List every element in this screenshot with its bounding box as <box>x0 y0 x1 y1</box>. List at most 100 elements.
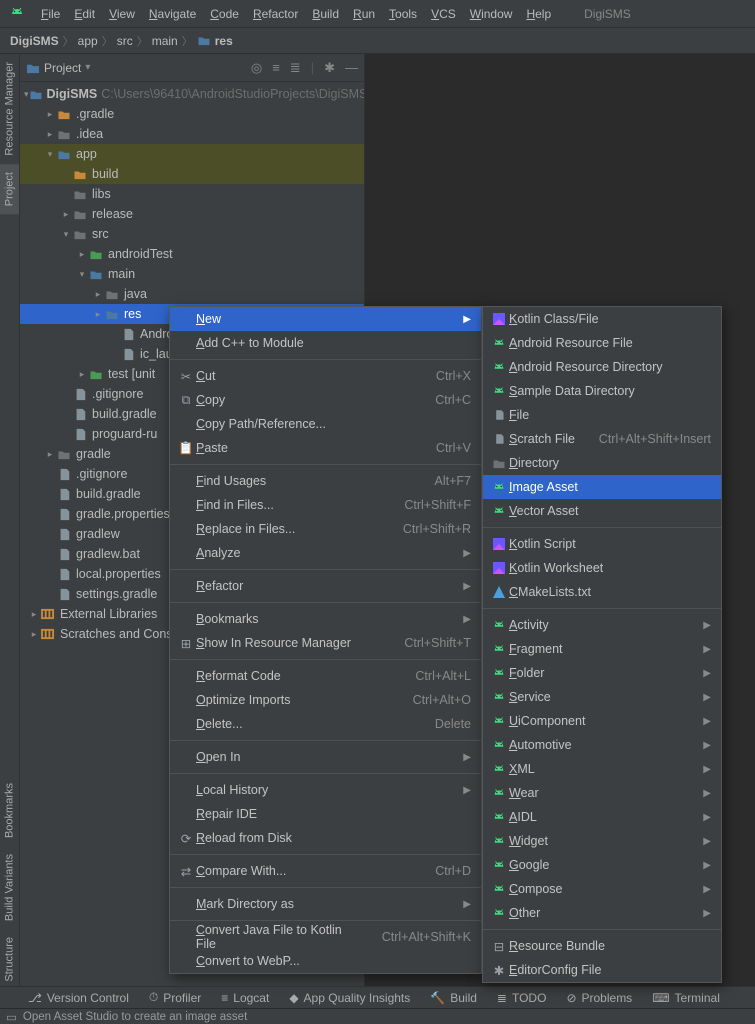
menu-item-kotlin-class-file[interactable]: Kotlin Class/File <box>483 307 721 331</box>
menu-item-cut[interactable]: ✂CutCtrl+X <box>170 364 481 388</box>
menu-edit[interactable]: Edit <box>67 5 102 23</box>
tree-item[interactable]: ▸release <box>20 204 364 224</box>
menu-item-copy[interactable]: ⧉CopyCtrl+C <box>170 388 481 412</box>
bottom-tab-profiler[interactable]: ⏱Profiler <box>149 990 201 1005</box>
menu-item-vector-asset[interactable]: Vector Asset <box>483 499 721 523</box>
menu-item-directory[interactable]: Directory <box>483 451 721 475</box>
breadcrumb-item[interactable]: main <box>152 34 178 48</box>
left-tab-structure[interactable]: Structure <box>0 929 19 990</box>
menu-help[interactable]: Help <box>519 5 558 23</box>
menu-item-optimize-imports[interactable]: Optimize ImportsCtrl+Alt+O <box>170 688 481 712</box>
menu-item-replace-in-files-[interactable]: Replace in Files...Ctrl+Shift+R <box>170 517 481 541</box>
tree-item[interactable]: ▾main <box>20 264 364 284</box>
menu-item-aidl[interactable]: AIDL▶ <box>483 805 721 829</box>
breadcrumb-item[interactable]: app <box>78 34 98 48</box>
tree-item[interactable]: ▾src <box>20 224 364 244</box>
menu-refactor[interactable]: Refactor <box>246 5 305 23</box>
menu-tools[interactable]: Tools <box>382 5 424 23</box>
bottom-tab-logcat[interactable]: ≡Logcat <box>221 991 269 1005</box>
settings-icon[interactable]: ✱ <box>324 60 335 76</box>
breadcrumb-item[interactable]: DigiSMS <box>10 34 59 48</box>
tree-root[interactable]: ▾DigiSMS C:\Users\96410\AndroidStudioPro… <box>20 84 364 104</box>
menu-vcs[interactable]: VCS <box>424 5 463 23</box>
menu-item-new[interactable]: New▶ <box>170 307 481 331</box>
bottom-tab-terminal[interactable]: ⌨Terminal <box>652 991 720 1005</box>
left-tab-build-variants[interactable]: Build Variants <box>0 846 19 929</box>
menu-item-open-in[interactable]: Open In▶ <box>170 745 481 769</box>
tree-item[interactable]: ·build <box>20 164 364 184</box>
menu-item-fragment[interactable]: Fragment▶ <box>483 637 721 661</box>
menu-item-find-usages[interactable]: Find UsagesAlt+F7 <box>170 469 481 493</box>
bottom-tab-todo[interactable]: ≣TODO <box>497 991 547 1005</box>
collapse-all-icon[interactable]: ≣ <box>290 60 301 76</box>
menu-item-mark-directory-as[interactable]: Mark Directory as▶ <box>170 892 481 916</box>
menu-item-local-history[interactable]: Local History▶ <box>170 778 481 802</box>
menu-item-file[interactable]: File <box>483 403 721 427</box>
menu-item-convert-to-webp-[interactable]: Convert to WebP... <box>170 949 481 973</box>
menu-item-xml[interactable]: XML▶ <box>483 757 721 781</box>
menu-item-android-resource-directory[interactable]: Android Resource Directory <box>483 355 721 379</box>
left-tab-resource-manager[interactable]: Resource Manager <box>0 54 19 164</box>
menu-item-add-c-to-module[interactable]: Add C++ to Module <box>170 331 481 355</box>
menu-item-repair-ide[interactable]: Repair IDE <box>170 802 481 826</box>
menu-item-cmakelists-txt[interactable]: CMakeLists.txt <box>483 580 721 604</box>
menu-item-kotlin-worksheet[interactable]: Kotlin Worksheet <box>483 556 721 580</box>
bottom-tab-build[interactable]: 🔨Build <box>430 991 477 1005</box>
bottom-tab-problems[interactable]: ⊘Problems <box>566 991 632 1005</box>
left-tab-bookmarks[interactable]: Bookmarks <box>0 775 19 846</box>
menu-item-automotive[interactable]: Automotive▶ <box>483 733 721 757</box>
menu-item-sample-data-directory[interactable]: Sample Data Directory <box>483 379 721 403</box>
menu-item-paste[interactable]: 📋PasteCtrl+V <box>170 436 481 460</box>
menu-file[interactable]: File <box>34 5 67 23</box>
menu-item-find-in-files-[interactable]: Find in Files...Ctrl+Shift+F <box>170 493 481 517</box>
menu-item-wear[interactable]: Wear▶ <box>483 781 721 805</box>
context-menu-main[interactable]: New▶Add C++ to Module ✂CutCtrl+X⧉CopyCtrl… <box>169 306 482 974</box>
menu-item-convert-java-file-to-kotlin-file[interactable]: Convert Java File to Kotlin FileCtrl+Alt… <box>170 925 481 949</box>
menu-item-reload-from-disk[interactable]: ⟳Reload from Disk <box>170 826 481 850</box>
breadcrumb-item[interactable]: res <box>197 34 233 48</box>
menu-item-editorconfig-file[interactable]: ✱EditorConfig File <box>483 958 721 982</box>
menu-item-widget[interactable]: Widget▶ <box>483 829 721 853</box>
menu-view[interactable]: View <box>102 5 142 23</box>
tree-item[interactable]: ▸java <box>20 284 364 304</box>
select-opened-file-icon[interactable]: ◎ <box>251 60 262 76</box>
context-menu-new[interactable]: Kotlin Class/FileAndroid Resource FileAn… <box>482 306 722 983</box>
bottom-tab-app-quality-insights[interactable]: ◆App Quality Insights <box>289 991 410 1005</box>
menu-window[interactable]: Window <box>463 5 520 23</box>
menu-item-other[interactable]: Other▶ <box>483 901 721 925</box>
menu-item-compare-with-[interactable]: ⇄Compare With...Ctrl+D <box>170 859 481 883</box>
bottom-tab-version-control[interactable]: ⎇Version Control <box>28 991 129 1005</box>
menu-item-copy-path-reference-[interactable]: Copy Path/Reference... <box>170 412 481 436</box>
menu-navigate[interactable]: Navigate <box>142 5 203 23</box>
tree-item[interactable]: ▾app <box>20 144 364 164</box>
menu-item-reformat-code[interactable]: Reformat CodeCtrl+Alt+L <box>170 664 481 688</box>
menu-item-uicomponent[interactable]: UiComponent▶ <box>483 709 721 733</box>
menu-code[interactable]: Code <box>203 5 246 23</box>
menu-item-delete-[interactable]: Delete...Delete <box>170 712 481 736</box>
menu-item-analyze[interactable]: Analyze▶ <box>170 541 481 565</box>
menu-item-resource-bundle[interactable]: ⊟Resource Bundle <box>483 934 721 958</box>
breadcrumb-item[interactable]: src <box>117 34 133 48</box>
menu-item-scratch-file[interactable]: Scratch FileCtrl+Alt+Shift+Insert <box>483 427 721 451</box>
menu-item-show-in-resource-manager[interactable]: ⊞Show In Resource ManagerCtrl+Shift+T <box>170 631 481 655</box>
expand-all-icon[interactable]: ≡ <box>272 60 280 75</box>
menu-item-folder[interactable]: Folder▶ <box>483 661 721 685</box>
menu-build[interactable]: Build <box>305 5 346 23</box>
menu-item-bookmarks[interactable]: Bookmarks▶ <box>170 607 481 631</box>
menu-item-refactor[interactable]: Refactor▶ <box>170 574 481 598</box>
menu-item-activity[interactable]: Activity▶ <box>483 613 721 637</box>
menu-item-service[interactable]: Service▶ <box>483 685 721 709</box>
tree-item[interactable]: ▸androidTest <box>20 244 364 264</box>
project-view-selector[interactable]: Project ▾ <box>26 61 90 75</box>
menu-item-android-resource-file[interactable]: Android Resource File <box>483 331 721 355</box>
left-tab-project[interactable]: Project <box>0 164 19 214</box>
tree-item[interactable]: ▸.idea <box>20 124 364 144</box>
menu-item-kotlin-script[interactable]: Kotlin Script <box>483 532 721 556</box>
tree-item[interactable]: ·libs <box>20 184 364 204</box>
menu-item-compose[interactable]: Compose▶ <box>483 877 721 901</box>
hide-icon[interactable]: — <box>345 60 358 75</box>
tree-item[interactable]: ▸.gradle <box>20 104 364 124</box>
menu-item-image-asset[interactable]: Image Asset <box>483 475 721 499</box>
menu-item-google[interactable]: Google▶ <box>483 853 721 877</box>
menu-run[interactable]: Run <box>346 5 382 23</box>
